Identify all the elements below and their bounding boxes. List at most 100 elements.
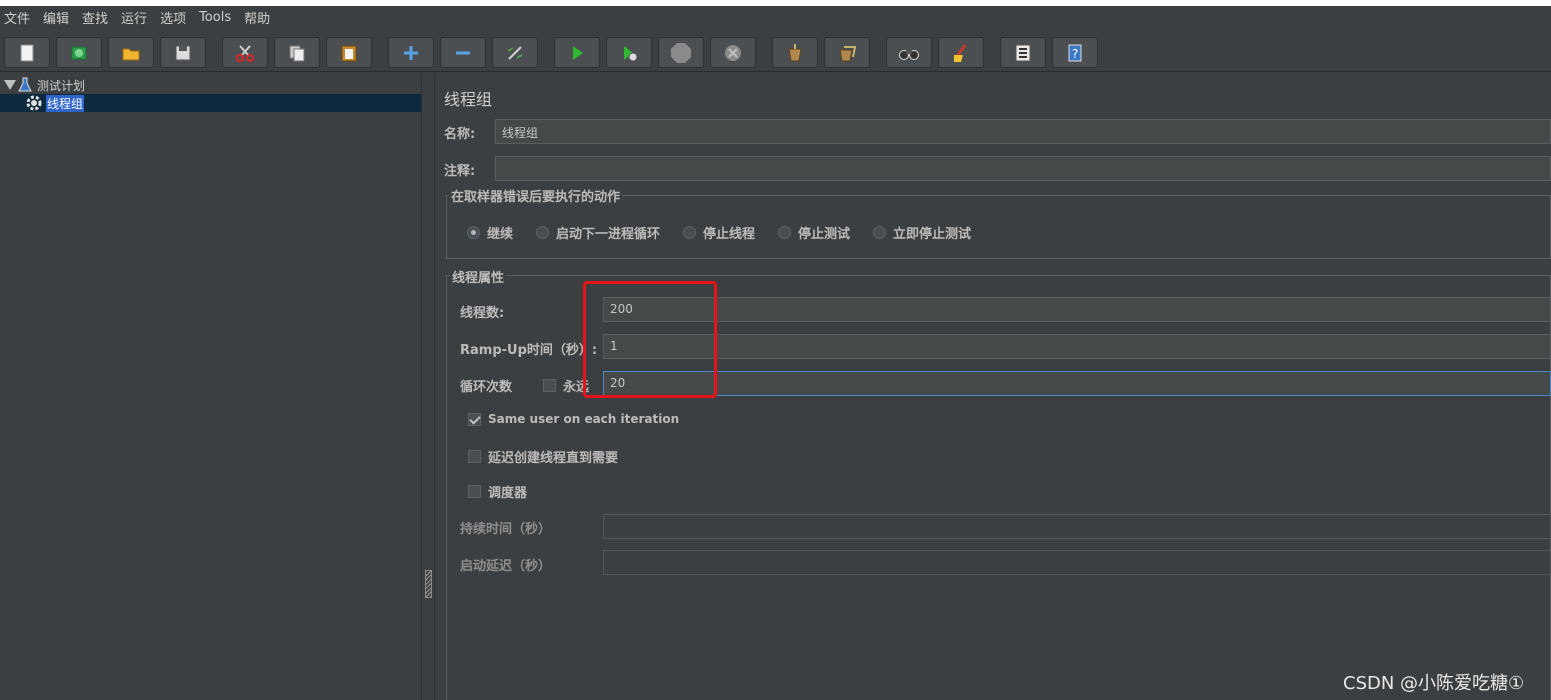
search-button[interactable] bbox=[886, 37, 932, 68]
comment-field[interactable] bbox=[495, 156, 1551, 181]
radio-label: 停止测试 bbox=[798, 227, 851, 242]
radio-dot[interactable] bbox=[873, 226, 886, 239]
radio-stop-test-now[interactable]: 立即停止测试 bbox=[873, 223, 971, 242]
scheduler-label: 调度器 bbox=[488, 486, 528, 501]
cut-button[interactable] bbox=[222, 37, 268, 68]
radio-dot[interactable] bbox=[536, 226, 549, 239]
duration-input[interactable] bbox=[603, 514, 1551, 539]
start-no-pauses-button[interactable] bbox=[606, 37, 652, 68]
tree-node-test-plan[interactable]: 测试计划 bbox=[0, 76, 85, 94]
page-title: 线程组 bbox=[444, 90, 493, 109]
paste-button[interactable] bbox=[326, 37, 372, 68]
radio-start-next-loop[interactable]: 启动下一进程循环 bbox=[536, 223, 660, 242]
name-field[interactable]: 线程组 bbox=[495, 119, 1551, 144]
menu-search[interactable]: 查找 bbox=[82, 8, 108, 27]
radio-continue[interactable]: 继续 bbox=[467, 223, 513, 242]
function-helper-button[interactable] bbox=[1000, 37, 1046, 68]
threads-label: 线程数: bbox=[460, 306, 505, 321]
toolbar: ? bbox=[0, 28, 1551, 72]
new-button[interactable] bbox=[4, 37, 50, 68]
loop-count-input[interactable]: 20 bbox=[603, 371, 1551, 396]
splitter-grip[interactable] bbox=[425, 570, 432, 598]
toggle-button[interactable] bbox=[492, 37, 538, 68]
svg-text:?: ? bbox=[1072, 47, 1078, 61]
radio-dot[interactable] bbox=[778, 226, 791, 239]
radio-label: 启动下一进程循环 bbox=[556, 227, 661, 242]
menu-options[interactable]: 选项 bbox=[160, 8, 186, 27]
help-button[interactable]: ? bbox=[1052, 37, 1098, 68]
copy-icon bbox=[289, 45, 305, 61]
watermark: CSDN @小陈爱吃糖① bbox=[1343, 673, 1525, 694]
checkbox-box-checked[interactable] bbox=[468, 412, 481, 426]
collapse-triangle-icon[interactable] bbox=[2, 77, 18, 93]
function-helper-icon bbox=[1015, 44, 1031, 61]
tree-label-thread-group: 线程组 bbox=[46, 94, 85, 112]
startup-delay-input[interactable] bbox=[603, 550, 1551, 575]
menu-help[interactable]: 帮助 bbox=[244, 8, 270, 27]
new-icon bbox=[20, 44, 34, 61]
collapse-icon bbox=[456, 51, 470, 54]
duration-label: 持续时间（秒） bbox=[460, 522, 552, 537]
start-no-pauses-icon bbox=[624, 45, 638, 61]
shutdown-button[interactable] bbox=[710, 37, 756, 68]
delay-thread-creation-checkbox[interactable]: 延迟创建线程直到需要 bbox=[468, 447, 618, 466]
search-icon bbox=[899, 49, 919, 60]
forever-checkbox[interactable]: 永远 bbox=[543, 376, 589, 395]
templates-icon bbox=[71, 46, 87, 59]
thread-group-panel: 线程组 名称: 线程组 注释: 在取样器错误后要执行的动作 继续 启动下一进程循… bbox=[436, 73, 1551, 700]
thread-properties-legend: 线程属性 bbox=[450, 267, 507, 286]
checkbox-box[interactable] bbox=[543, 379, 556, 392]
menu-run[interactable]: 运行 bbox=[121, 8, 147, 27]
threads-input[interactable]: 200 bbox=[603, 297, 1551, 322]
save-button[interactable] bbox=[160, 37, 206, 68]
clear-button[interactable] bbox=[772, 37, 818, 68]
radio-stop-test[interactable]: 停止测试 bbox=[778, 223, 850, 242]
clear-all-icon bbox=[839, 45, 857, 61]
cut-icon bbox=[236, 44, 254, 62]
paste-icon bbox=[341, 45, 357, 61]
rampup-input[interactable]: 1 bbox=[603, 334, 1551, 359]
toggle-icon bbox=[507, 45, 523, 60]
menu-edit[interactable]: 编辑 bbox=[43, 8, 69, 27]
templates-button[interactable] bbox=[56, 37, 102, 68]
clear-icon bbox=[788, 43, 802, 61]
checkbox-box[interactable] bbox=[468, 485, 481, 498]
stop-icon bbox=[671, 42, 691, 63]
shutdown-icon bbox=[725, 44, 741, 61]
name-label: 名称: bbox=[444, 127, 476, 142]
gear-icon bbox=[26, 95, 42, 111]
radio-label: 继续 bbox=[487, 227, 514, 242]
radio-label: 停止线程 bbox=[703, 227, 756, 242]
open-button[interactable] bbox=[108, 37, 154, 68]
menu-tools[interactable]: Tools bbox=[199, 10, 231, 25]
loop-count-label: 循环次数 bbox=[460, 380, 513, 395]
split-pane-divider[interactable] bbox=[421, 73, 435, 700]
reset-search-button[interactable] bbox=[938, 37, 984, 68]
copy-button[interactable] bbox=[274, 37, 320, 68]
save-icon bbox=[175, 45, 191, 60]
tree-label-test-plan: 测试计划 bbox=[37, 78, 86, 93]
comment-label: 注释: bbox=[444, 164, 476, 179]
radio-stop-thread[interactable]: 停止线程 bbox=[683, 223, 755, 242]
same-user-label: Same user on each iteration bbox=[488, 412, 680, 426]
start-icon bbox=[573, 45, 583, 60]
expand-button[interactable] bbox=[388, 37, 434, 68]
rampup-label: Ramp-Up时间（秒）: bbox=[460, 343, 598, 358]
stop-button[interactable] bbox=[658, 37, 704, 68]
help-icon: ? bbox=[1068, 44, 1082, 61]
radio-dot[interactable] bbox=[683, 226, 696, 239]
expand-icon bbox=[404, 45, 418, 60]
reset-search-icon bbox=[954, 43, 967, 62]
menu-file[interactable]: 文件 bbox=[4, 8, 30, 27]
test-plan-tree: 测试计划 线程组 bbox=[0, 73, 421, 700]
radio-dot-selected[interactable] bbox=[467, 226, 480, 239]
error-action-legend: 在取样器错误后要执行的动作 bbox=[449, 186, 623, 205]
checkbox-box[interactable] bbox=[468, 450, 481, 463]
tree-node-thread-group[interactable]: 线程组 bbox=[0, 94, 421, 112]
flask-icon bbox=[18, 77, 32, 92]
scheduler-checkbox[interactable]: 调度器 bbox=[468, 482, 527, 501]
clear-all-button[interactable] bbox=[824, 37, 870, 68]
same-user-checkbox[interactable]: Same user on each iteration bbox=[468, 412, 679, 426]
start-button[interactable] bbox=[554, 37, 600, 68]
collapse-button[interactable] bbox=[440, 37, 486, 68]
